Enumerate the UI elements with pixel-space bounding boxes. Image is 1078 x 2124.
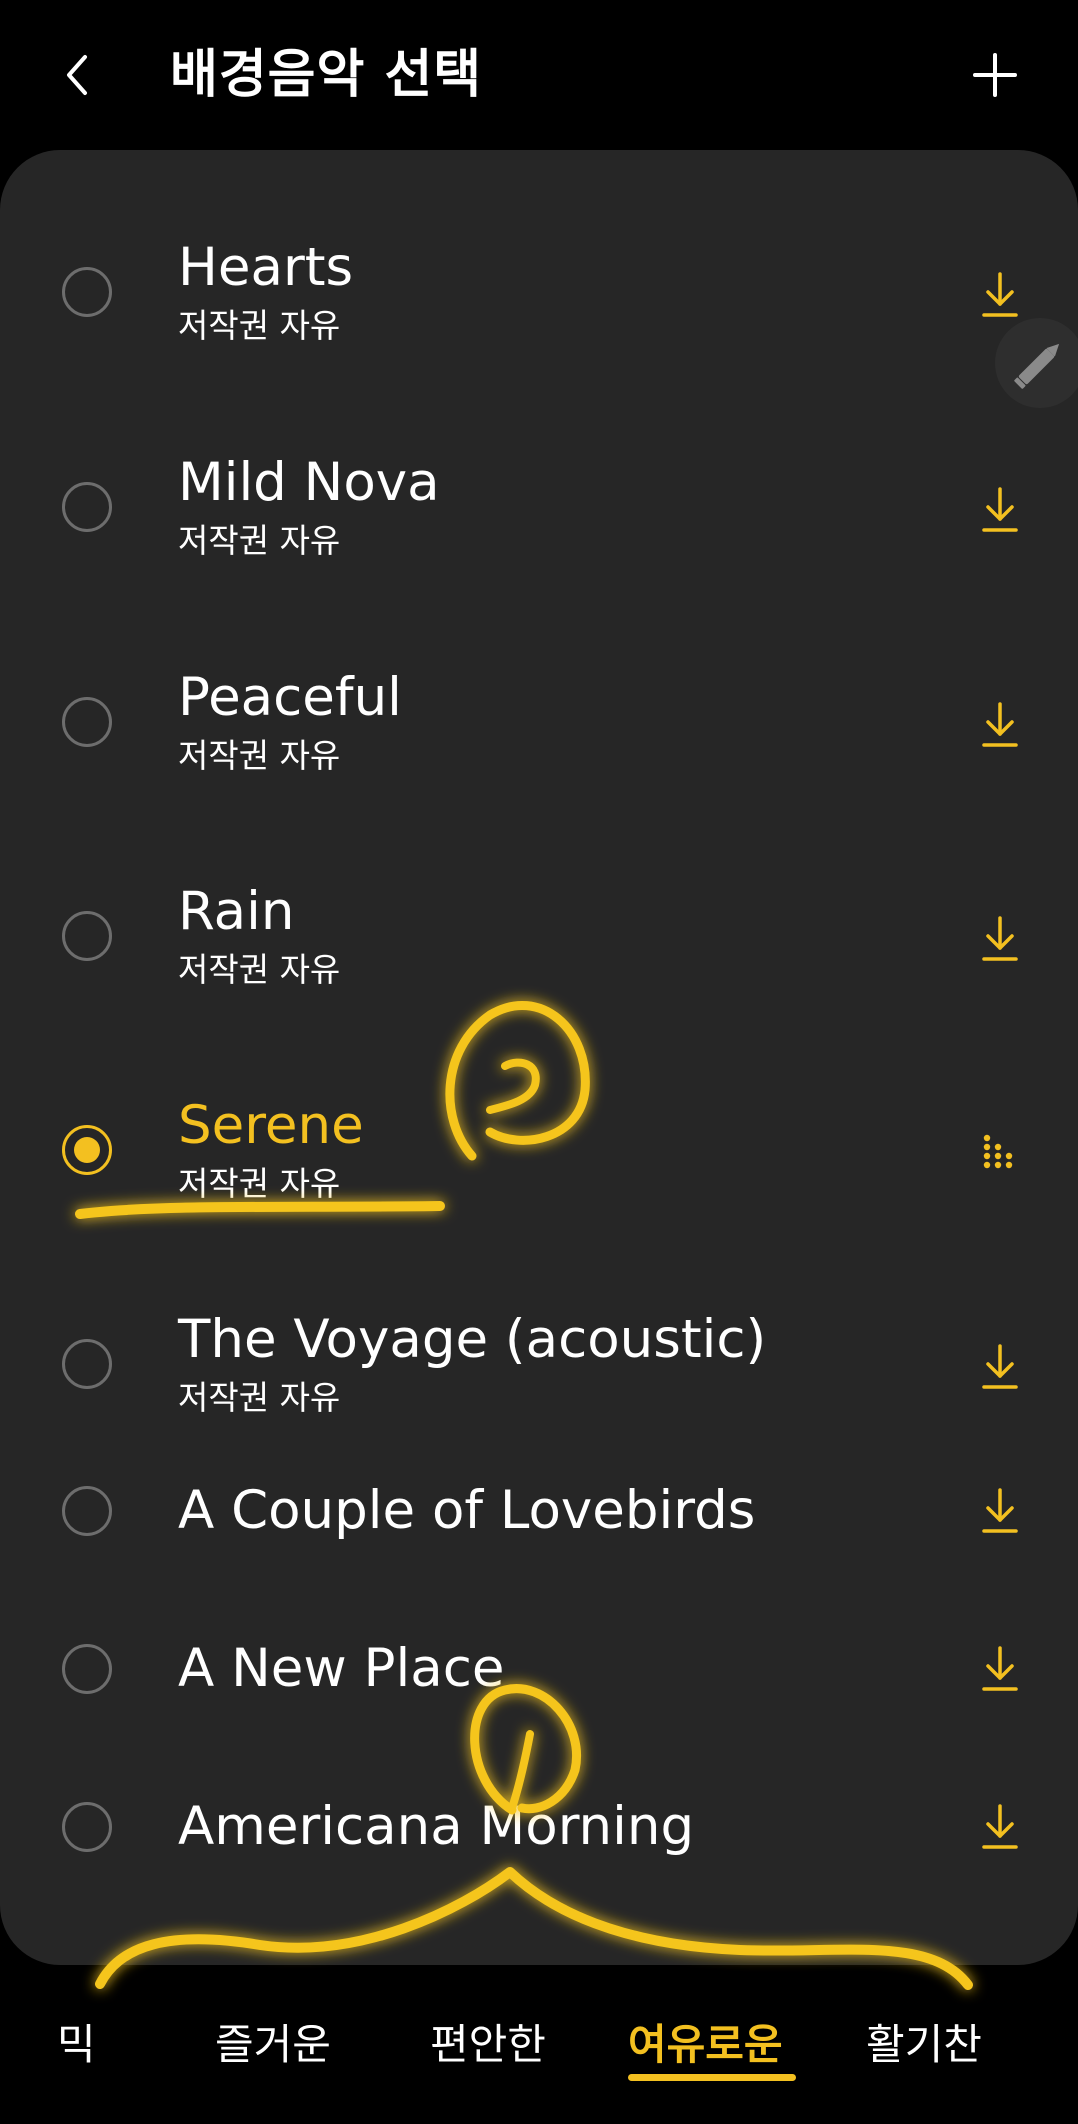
radio-button[interactable] xyxy=(62,482,112,532)
track-title: Peaceful xyxy=(178,667,402,728)
top-app-bar: 배경음악 선택 xyxy=(0,0,1078,150)
radio-button[interactable] xyxy=(62,267,112,317)
track-subtitle: 저작권 자유 xyxy=(178,1164,341,1203)
active-tab-indicator xyxy=(628,2074,796,2081)
list-item[interactable]: A Couple of Lovebirds xyxy=(0,1481,1078,1636)
download-icon[interactable] xyxy=(980,700,1020,750)
list-item-selected[interactable]: Serene 저작권 자유 xyxy=(0,1048,1078,1228)
tab-energetic[interactable]: 활기찬 xyxy=(866,2017,982,2073)
download-icon[interactable] xyxy=(980,914,1020,964)
download-icon[interactable] xyxy=(980,1342,1020,1392)
equalizer-icon xyxy=(983,1134,1013,1169)
back-button[interactable] xyxy=(55,45,115,105)
track-subtitle: 저작권 자유 xyxy=(178,521,341,560)
track-title: The Voyage (acoustic) xyxy=(178,1309,767,1370)
list-item[interactable]: The Voyage (acoustic) 저작권 자유 xyxy=(0,1262,1078,1442)
download-icon[interactable] xyxy=(980,1802,1020,1852)
track-title: A New Place xyxy=(178,1638,505,1699)
track-title: Hearts xyxy=(178,237,354,298)
list-item[interactable]: Americana Morning xyxy=(0,1797,1078,1952)
radio-button[interactable] xyxy=(62,1486,112,1536)
track-title: Mild Nova xyxy=(178,452,440,513)
tab-mix[interactable]: 믹 xyxy=(57,2017,96,2073)
track-subtitle: 저작권 자유 xyxy=(178,1378,341,1417)
download-icon[interactable] xyxy=(980,1486,1020,1536)
radio-button[interactable] xyxy=(62,1644,112,1694)
edit-button[interactable] xyxy=(995,318,1078,408)
list-item[interactable]: Hearts 저작권 자유 xyxy=(0,190,1078,370)
track-title: Rain xyxy=(178,881,295,942)
radio-button[interactable] xyxy=(62,1339,112,1389)
radio-button[interactable] xyxy=(62,697,112,747)
track-subtitle: 저작권 자유 xyxy=(178,950,341,989)
add-button[interactable] xyxy=(965,45,1025,105)
track-title: A Couple of Lovebirds xyxy=(178,1480,756,1541)
track-subtitle: 저작권 자유 xyxy=(178,306,341,345)
track-title: Americana Morning xyxy=(178,1796,695,1857)
chevron-left-icon xyxy=(67,55,87,95)
download-icon[interactable] xyxy=(980,1644,1020,1694)
track-list-panel: Hearts 저작권 자유 Mild Nova 저작권 자유 Peaceful … xyxy=(0,150,1078,1965)
download-icon[interactable] xyxy=(980,270,1020,320)
plus-icon xyxy=(973,53,1017,97)
category-tab-bar: 믹 즐거운 편안한 여유로운 활기찬 xyxy=(0,1965,1078,2124)
page-title: 배경음악 선택 xyxy=(170,45,483,105)
radio-button-selected[interactable] xyxy=(62,1125,112,1175)
tab-joyful[interactable]: 즐거운 xyxy=(215,2017,331,2073)
tab-relaxed[interactable]: 여유로운 xyxy=(628,2017,783,2073)
radio-button[interactable] xyxy=(62,1802,112,1852)
list-item[interactable]: Peaceful 저작권 자유 xyxy=(0,620,1078,800)
list-item[interactable]: Mild Nova 저작권 자유 xyxy=(0,405,1078,585)
list-item[interactable]: Rain 저작권 자유 xyxy=(0,834,1078,1014)
download-icon[interactable] xyxy=(980,485,1020,535)
list-item[interactable]: A New Place xyxy=(0,1639,1078,1794)
pencil-icon xyxy=(1014,343,1060,389)
radio-button[interactable] xyxy=(62,911,112,961)
track-subtitle: 저작권 자유 xyxy=(178,736,341,775)
track-title: Serene xyxy=(178,1095,364,1156)
tab-calm[interactable]: 편안한 xyxy=(430,2017,546,2073)
